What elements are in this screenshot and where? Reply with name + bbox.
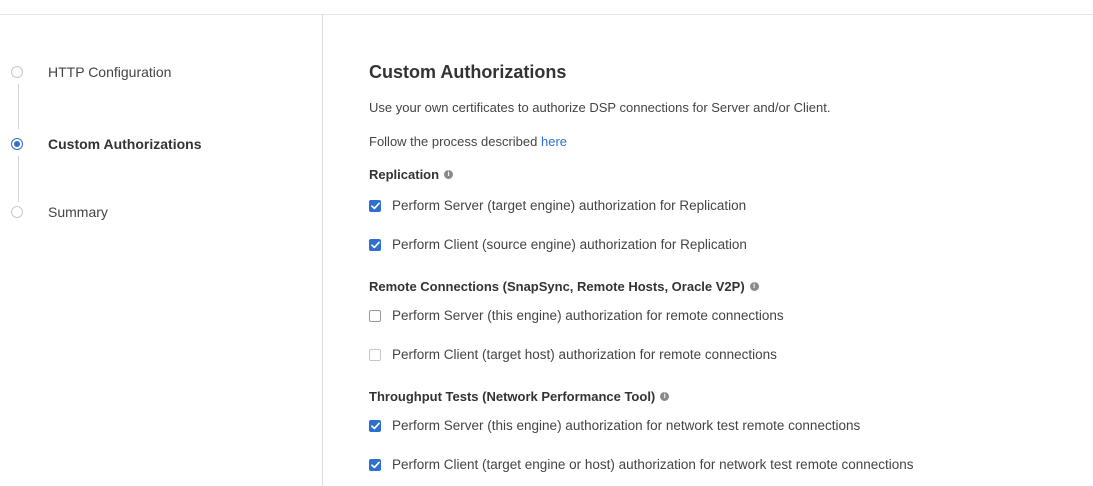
step-indicator-icon [11, 66, 23, 78]
wizard-step-label: Summary [48, 204, 108, 220]
checkbox-label: Perform Server (this engine) authorizati… [392, 308, 784, 323]
checkbox-remote-server[interactable]: Perform Server (this engine) authorizati… [369, 308, 784, 323]
checkbox-icon[interactable] [369, 458, 381, 471]
wizard-step-custom-authorizations[interactable]: Custom Authorizations [11, 134, 201, 154]
section-title-replication: Replication i [369, 167, 454, 182]
section-title-text: Remote Connections (SnapSync, Remote Hos… [369, 279, 745, 294]
follow-prefix: Follow the process described [369, 134, 541, 149]
checkbox-label: Perform Server (this engine) authorizati… [392, 418, 861, 433]
checkbox-throughput-server[interactable]: Perform Server (this engine) authorizati… [369, 418, 860, 433]
checkbox-label: Perform Server (target engine) authoriza… [392, 198, 747, 213]
checkbox-throughput-client[interactable]: Perform Client (target engine or host) a… [369, 457, 914, 472]
checkbox-icon[interactable] [369, 309, 381, 322]
step-connector [18, 156, 19, 202]
process-link[interactable]: here [541, 134, 567, 149]
checkbox-label: Perform Client (target host) authorizati… [392, 347, 777, 362]
info-icon[interactable]: i [749, 282, 759, 291]
checkbox-replication-server[interactable]: Perform Server (target engine) authoriza… [369, 198, 746, 213]
wizard-step-http-configuration[interactable]: HTTP Configuration [11, 62, 171, 82]
section-title-remote-connections: Remote Connections (SnapSync, Remote Hos… [369, 279, 759, 294]
step-indicator-icon [11, 206, 23, 218]
wizard-sidebar: HTTP Configuration Custom Authorizations… [0, 14, 323, 486]
section-title-text: Replication [369, 167, 440, 182]
checkbox-icon[interactable] [369, 348, 381, 361]
section-title-throughput-tests: Throughput Tests (Network Performance To… [369, 389, 670, 404]
checkbox-replication-client[interactable]: Perform Client (source engine) authoriza… [369, 237, 747, 252]
info-icon[interactable]: i [660, 392, 670, 401]
checkbox-icon[interactable] [369, 238, 381, 251]
follow-process-text: Follow the process described here [369, 134, 567, 149]
step-connector [18, 84, 19, 129]
wizard-step-label: Custom Authorizations [48, 136, 202, 152]
info-icon[interactable]: i [444, 170, 454, 179]
page-title: Custom Authorizations [369, 62, 567, 82]
section-title-text: Throughput Tests (Network Performance To… [369, 389, 656, 404]
checkbox-remote-client[interactable]: Perform Client (target host) authorizati… [369, 347, 777, 362]
wizard-step-label: HTTP Configuration [48, 64, 172, 80]
checkbox-icon[interactable] [369, 419, 381, 432]
step-indicator-active-icon [11, 138, 23, 150]
wizard-step-summary[interactable]: Summary [11, 202, 108, 222]
checkbox-label: Perform Client (source engine) authoriza… [392, 237, 747, 252]
checkbox-label: Perform Client (target engine or host) a… [392, 457, 914, 472]
checkbox-icon[interactable] [369, 199, 381, 212]
description-text: Use your own certificates to authorize D… [369, 100, 831, 115]
